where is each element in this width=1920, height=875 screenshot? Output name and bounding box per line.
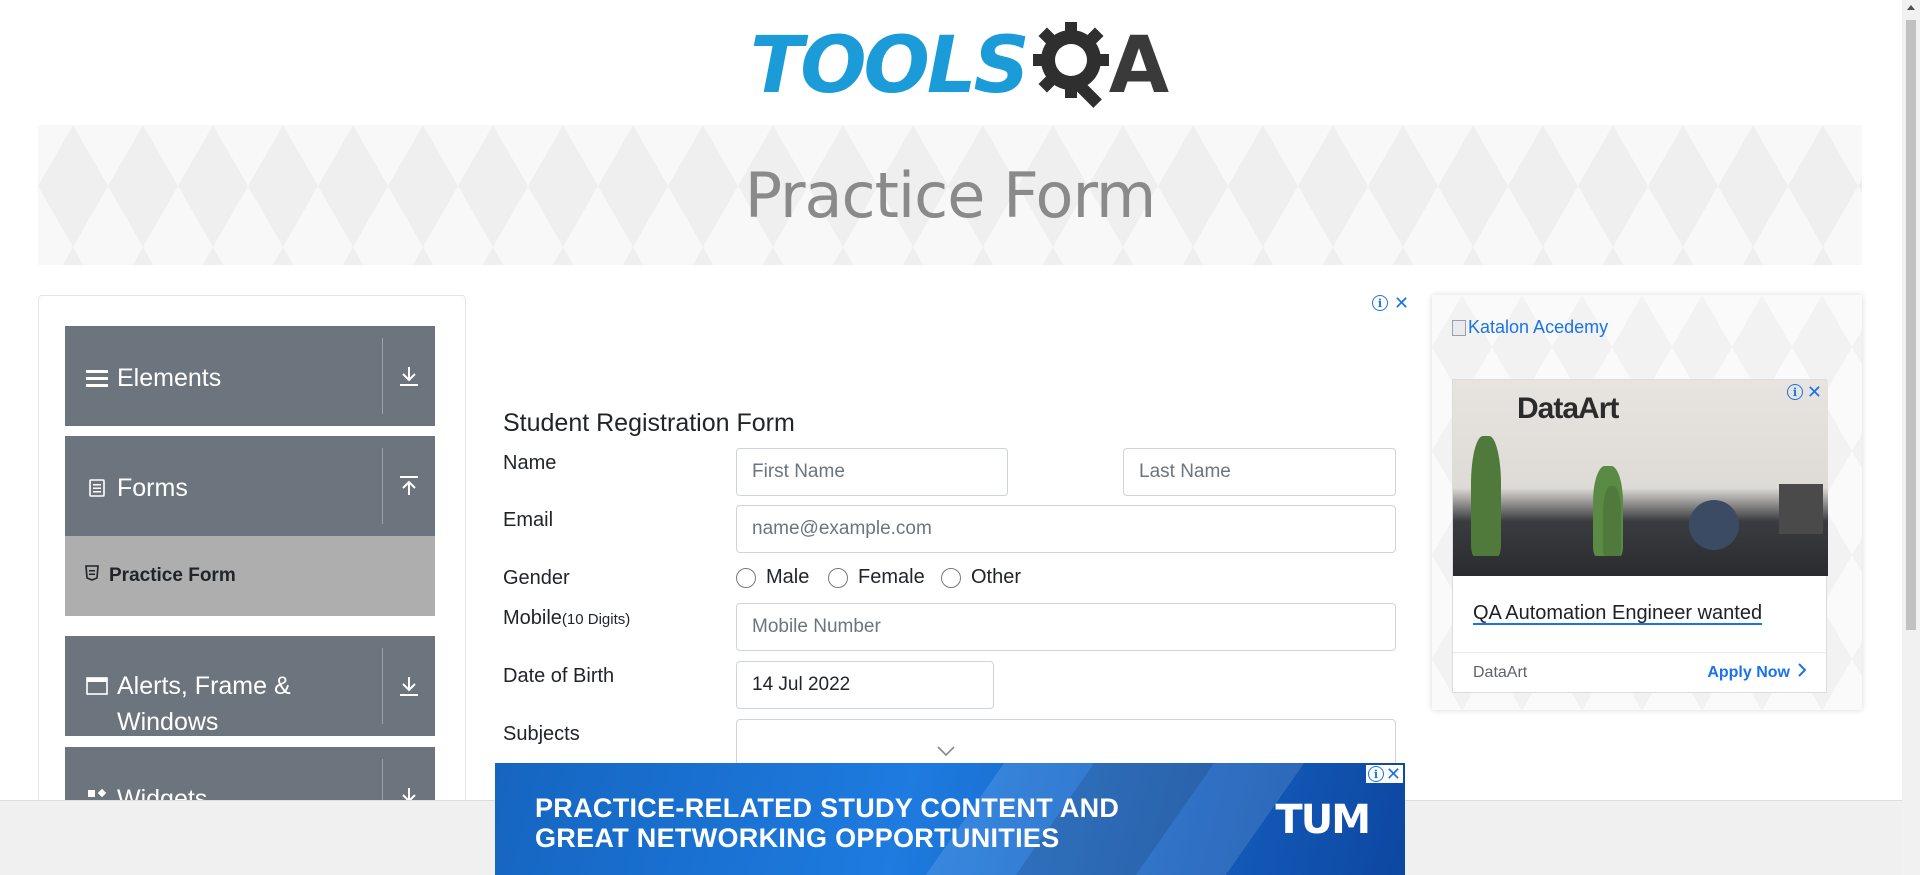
download-arrow-icon[interactable] [383, 636, 435, 736]
bottom-banner-ad[interactable]: PRACTICE-RELATED STUDY CONTENT AND GREAT… [495, 763, 1405, 875]
monitor-shape [1779, 484, 1823, 534]
tum-logo: TUM [1275, 797, 1371, 843]
chevron-down-icon [937, 740, 955, 762]
mobile-hint: (10 Digits) [561, 611, 631, 628]
mobile-label-text: Mobile [503, 607, 562, 629]
sidebar-group-alerts[interactable]: Alerts, Frame & Windows [65, 636, 435, 736]
apply-now-label: Apply Now [1707, 663, 1790, 681]
hamburger-icon [85, 360, 109, 396]
sidebar-group-label: Elements [117, 364, 222, 392]
ad-photo: DataArt i ✕ [1453, 380, 1828, 576]
bottom-ad-text: PRACTICE-RELATED STUDY CONTENT AND GREAT… [535, 793, 1119, 853]
katalon-ad-alt-text: Katalon Acedemy [1468, 317, 1609, 337]
logo-tools-text: TOOLS [750, 21, 1030, 111]
radio-label: Female [858, 566, 925, 588]
bottom-ad-line1: PRACTICE-RELATED STUDY CONTENT AND [535, 793, 1120, 823]
plant-shape [1471, 436, 1501, 556]
scroll-up-arrow-icon[interactable] [1907, 5, 1915, 10]
upload-arrow-icon[interactable] [383, 436, 435, 536]
gender-label: Gender [503, 567, 570, 589]
ad-controls: i ✕ [1786, 383, 1822, 401]
dataart-wall-logo: DataArt [1517, 392, 1619, 425]
ad-controls: i ✕ [1365, 765, 1403, 783]
ad-info-icon[interactable]: i [1786, 384, 1803, 400]
right-ad-panel: Katalon Acedemy DataArt i ✕ QA Automatio… [1432, 295, 1862, 710]
logo-qa-mark: A [1032, 20, 1170, 112]
ad-close-icon[interactable]: ✕ [1386, 765, 1401, 783]
email-label: Email [503, 509, 554, 531]
vertical-scrollbar[interactable] [1902, 0, 1920, 875]
page-title: Practice Form [744, 158, 1157, 232]
person-shape [1689, 500, 1739, 550]
ad-close-icon[interactable]: ✕ [1807, 383, 1822, 401]
download-arrow-icon[interactable] [383, 326, 435, 426]
subjects-input[interactable] [736, 719, 1396, 769]
ad-info-icon[interactable]: i [1367, 766, 1384, 782]
sidebar-item-label: Practice Form [109, 565, 236, 586]
sidebar-group-label: Alerts, Frame & Windows [117, 668, 291, 740]
document-icon [85, 470, 109, 506]
dataart-ad-card[interactable]: DataArt i ✕ QA Automation Engineer wante… [1452, 379, 1828, 693]
radio-circle[interactable] [941, 567, 961, 588]
last-name-input[interactable] [1123, 448, 1396, 496]
ad-close-icon[interactable]: ✕ [1394, 294, 1409, 312]
gender-radio-other[interactable]: Other [941, 566, 1021, 589]
dob-label: Date of Birth [503, 665, 615, 687]
dob-input[interactable]: 14 Jul 2022 [736, 661, 994, 709]
sidebar-item-practice-form[interactable]: Practice Form [65, 536, 435, 616]
chevron-right-icon [1798, 663, 1807, 682]
sidebar-group-label-line2: Windows [117, 708, 219, 736]
html5-icon [85, 565, 99, 587]
radio-circle[interactable] [736, 567, 756, 588]
gender-radio-female[interactable]: Female [828, 566, 925, 589]
bottom-ad-line2: GREAT NETWORKING OPPORTUNITIES [535, 823, 1060, 853]
first-name-input[interactable] [736, 448, 1008, 496]
toolsqa-logo[interactable]: TOOLS A [750, 16, 1169, 116]
katalon-ad-image-link[interactable]: Katalon Acedemy [1452, 317, 1608, 338]
ad-info-icon[interactable]: i [1372, 295, 1388, 311]
ad-advertiser: DataArt [1473, 664, 1528, 681]
sidebar-group-forms[interactable]: Forms [65, 436, 435, 536]
broken-image-icon [1452, 319, 1466, 336]
mobile-label: Mobile(10 Digits) [503, 607, 630, 630]
name-label: Name [503, 452, 557, 474]
scrollbar-thumb[interactable] [1906, 20, 1916, 630]
radio-label: Other [971, 566, 1022, 588]
page-banner: Practice Form [38, 125, 1862, 265]
email-input[interactable] [736, 505, 1396, 553]
window-icon [85, 668, 109, 704]
mobile-input[interactable] [736, 603, 1396, 651]
plant-shape [1603, 486, 1621, 556]
ad-headline[interactable]: QA Automation Engineer wanted [1473, 602, 1762, 625]
sidebar-group-label-line1: Alerts, Frame & [117, 672, 291, 700]
divider [1453, 652, 1826, 653]
radio-label: Male [766, 566, 810, 588]
gender-radio-male[interactable]: Male [736, 566, 809, 589]
sidebar-group-label: Forms [117, 474, 188, 502]
gear-magnifier-icon [1032, 22, 1109, 108]
sidebar-group-elements[interactable]: Elements [65, 326, 435, 426]
subjects-label: Subjects [503, 723, 580, 745]
ad-choices-controls: i ✕ [1372, 294, 1409, 312]
apply-now-button[interactable]: Apply Now [1707, 663, 1807, 682]
sidebar-panel: Elements Forms Practice Form Alerts, Fra… [38, 295, 466, 815]
form-title: Student Registration Form [503, 409, 795, 437]
logo-a-letter: A [1108, 21, 1170, 111]
radio-circle[interactable] [828, 567, 848, 588]
